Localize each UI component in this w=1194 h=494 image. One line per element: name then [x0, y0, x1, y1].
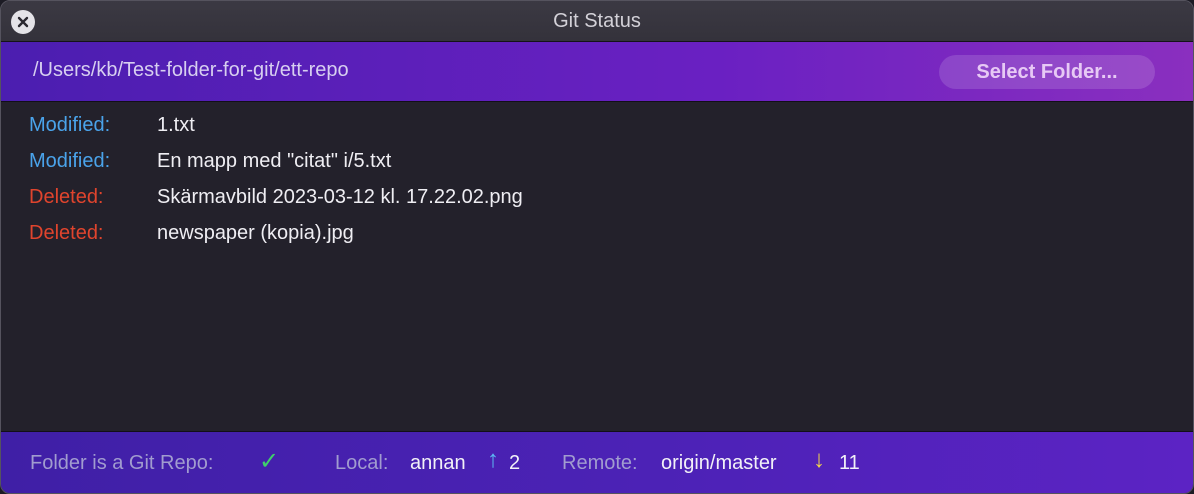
folder-path: /Users/kb/Test-folder-for-git/ett-repo — [33, 59, 349, 81]
status-label: Deleted: — [29, 221, 104, 244]
status-label: Modified: — [29, 113, 111, 136]
remote-label: Remote: — [562, 452, 638, 474]
status-label: Deleted: — [29, 185, 104, 208]
window-title: Git Status — [553, 9, 641, 32]
check-icon: ✓ — [259, 448, 280, 475]
close-icon — [17, 16, 29, 28]
path-bar: /Users/kb/Test-folder-for-git/ett-repo S… — [1, 42, 1193, 102]
status-label: Modified: — [29, 149, 111, 172]
status-footer: Folder is a Git Repo: ✓ Local: annan ↑ 2… — [1, 431, 1193, 493]
select-folder-button[interactable]: Select Folder... — [939, 55, 1155, 89]
behind-count: 11 — [839, 452, 860, 474]
arrow-down-icon: ↓ — [813, 446, 825, 473]
remote-branch: origin/master — [661, 452, 777, 474]
title-bar: Git Status — [1, 1, 1193, 42]
repo-label: Folder is a Git Repo: — [30, 452, 214, 474]
ahead-count: 2 — [509, 452, 521, 474]
local-branch: annan — [410, 452, 466, 474]
file-name: 1.txt — [157, 113, 195, 136]
file-name: En mapp med "citat" i/5.txt — [157, 149, 392, 172]
list-item[interactable]: Modified: En mapp med "citat" i/5.txt — [29, 146, 391, 176]
arrow-up-icon: ↑ — [487, 446, 499, 473]
list-item[interactable]: Modified: 1.txt — [29, 110, 195, 140]
list-item[interactable]: Deleted: newspaper (kopia).jpg — [29, 218, 354, 248]
close-button[interactable] — [11, 10, 35, 34]
local-label: Local: — [335, 452, 389, 474]
file-name: Skärmavbild 2023-03-12 kl. 17.22.02.png — [157, 185, 523, 208]
list-item[interactable]: Deleted: Skärmavbild 2023-03-12 kl. 17.2… — [29, 182, 523, 212]
file-status-list: Modified: 1.txt Modified: En mapp med "c… — [1, 102, 1193, 430]
git-status-window: Git Status /Users/kb/Test-folder-for-git… — [0, 0, 1194, 494]
file-name: newspaper (kopia).jpg — [157, 221, 354, 244]
